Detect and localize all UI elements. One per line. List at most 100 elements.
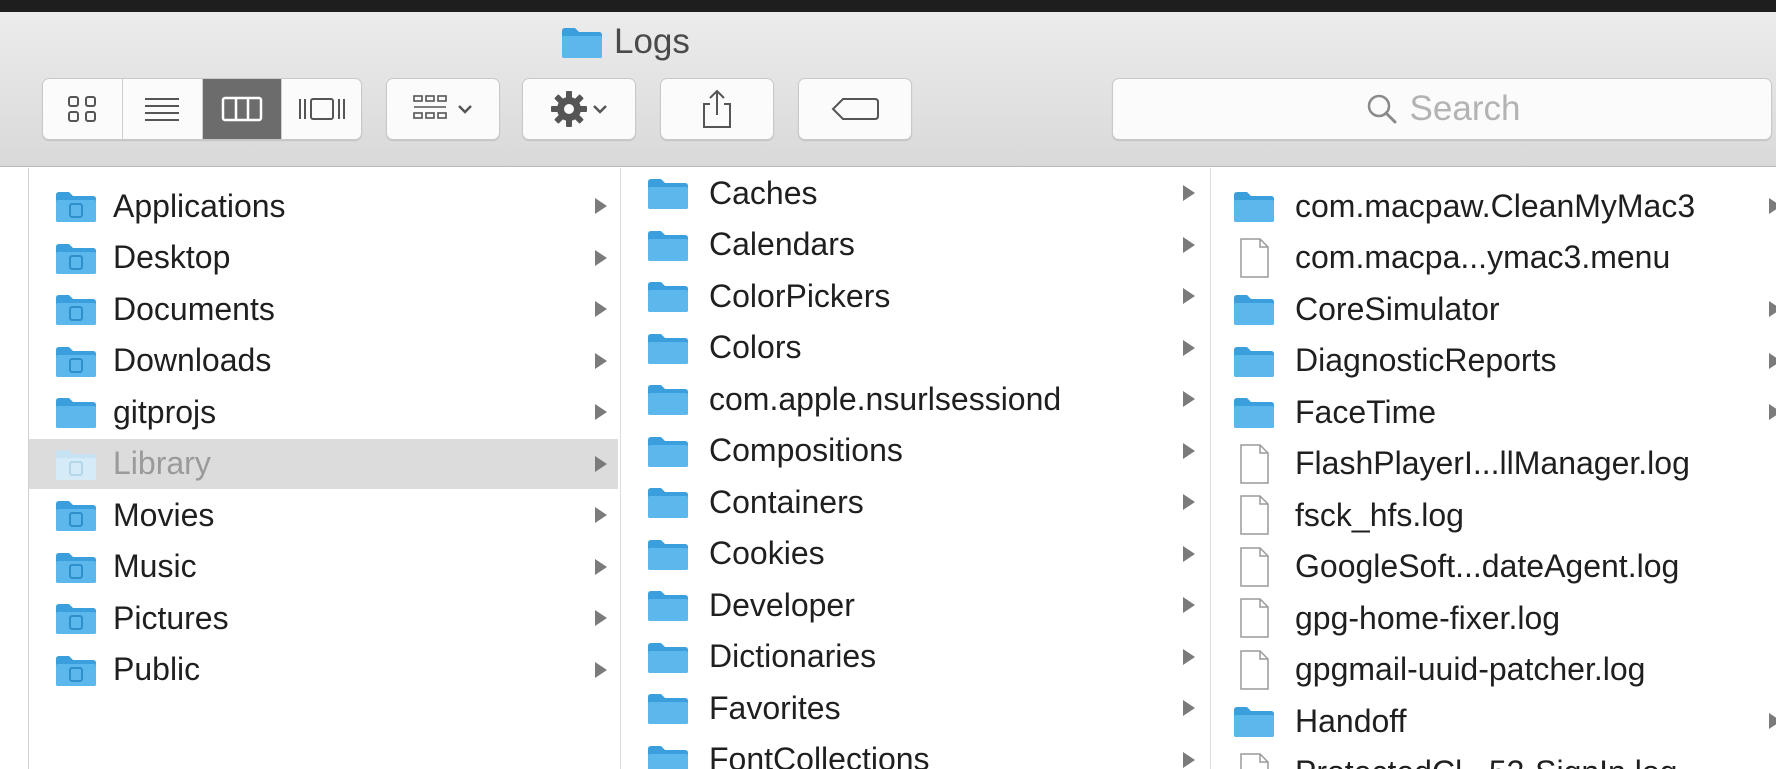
document-icon xyxy=(1240,443,1269,484)
cover-flow-view-button[interactable] xyxy=(282,79,361,139)
folder-icon xyxy=(1234,707,1274,737)
folder-icon xyxy=(648,591,688,621)
library-item-row[interactable]: Cookies xyxy=(621,529,1208,579)
item-icon-slot xyxy=(51,598,101,638)
library-item-row[interactable]: FontCollections xyxy=(621,735,1208,769)
home-folder-row[interactable]: Applications xyxy=(29,181,618,231)
logs-item-row[interactable]: ProtectedCl...53-SignIn.log xyxy=(1211,748,1776,769)
folder-icon xyxy=(648,539,688,570)
folder-icon xyxy=(648,230,688,261)
library-item-row[interactable]: Compositions xyxy=(621,426,1208,476)
document-icon xyxy=(1240,237,1269,278)
logs-item-row[interactable]: CoreSimulator xyxy=(1211,284,1776,334)
downloads-folder-icon xyxy=(56,346,96,377)
action-button[interactable] xyxy=(522,78,636,140)
library-item-row[interactable]: Caches xyxy=(621,168,1208,218)
item-label: Developer xyxy=(709,586,855,623)
library-item-row[interactable]: Containers xyxy=(621,477,1208,527)
library-item-row[interactable]: com.apple.nsurlsessiond xyxy=(621,374,1208,424)
item-icon-slot xyxy=(51,341,101,381)
logs-item-row[interactable]: DiagnosticReports xyxy=(1211,336,1776,386)
library-item-row[interactable]: ColorPickers xyxy=(621,271,1208,321)
disclosure-arrow-icon xyxy=(595,404,607,420)
document-icon xyxy=(1240,649,1269,690)
item-label: gitprojs xyxy=(113,393,217,430)
library-item-row[interactable]: Dictionaries xyxy=(621,632,1208,682)
disclosure-arrow-icon xyxy=(1183,648,1195,665)
column-view-button[interactable] xyxy=(202,79,283,139)
item-label: gpgmail-uuid-patcher.log xyxy=(1295,651,1646,687)
home-folder-row[interactable]: Documents xyxy=(29,284,618,334)
arrange-button[interactable] xyxy=(386,78,500,140)
logs-item-row[interactable]: FlashPlayerI...llManager.log xyxy=(1211,439,1776,489)
disclosure-arrow-icon xyxy=(1183,700,1195,716)
item-icon-slot xyxy=(51,186,101,226)
column-library[interactable]: Caches Calendars ColorPickers Colors com.app… xyxy=(620,168,1208,769)
home-folder-row[interactable]: Movies xyxy=(29,490,618,540)
home-folder-row[interactable]: Music xyxy=(29,542,618,592)
item-icon-slot xyxy=(643,431,693,471)
disclosure-arrow-icon xyxy=(595,301,607,317)
share-button[interactable] xyxy=(660,78,774,140)
column-user-home[interactable]: Applications Desktop Documents Downloads git… xyxy=(28,168,618,769)
item-label: Compositions xyxy=(709,432,903,468)
disclosure-arrow-icon xyxy=(595,198,607,214)
item-label: FlashPlayerI...llManager.log xyxy=(1295,445,1690,481)
search-placeholder: Search xyxy=(1409,89,1521,128)
logs-item-row[interactable]: com.macpaw.CleanMyMac3 xyxy=(1211,181,1776,231)
home-folder-row[interactable]: Desktop xyxy=(29,233,618,283)
item-label: com.apple.nsurlsessiond xyxy=(709,380,1062,417)
item-icon-slot xyxy=(1229,237,1279,278)
item-label: FaceTime xyxy=(1295,393,1437,430)
logs-item-row[interactable]: gpgmail-uuid-patcher.log xyxy=(1211,645,1776,695)
list-view-button[interactable] xyxy=(123,79,203,139)
item-icon-slot xyxy=(643,379,693,419)
edit-tags-button[interactable] xyxy=(798,78,912,140)
logs-item-row[interactable]: FaceTime xyxy=(1211,387,1776,437)
disclosure-arrow-icon xyxy=(595,558,607,575)
toolbar: Logs Search xyxy=(0,12,1776,167)
library-item-row[interactable]: Colors xyxy=(621,323,1208,373)
item-label: Public xyxy=(113,651,201,687)
logs-item-row[interactable]: gpg-home-fixer.log xyxy=(1211,593,1776,643)
disclosure-arrow-icon xyxy=(1183,442,1195,459)
folder-icon xyxy=(1234,192,1274,222)
document-icon xyxy=(1240,752,1269,769)
item-icon-slot xyxy=(1229,598,1279,638)
item-icon-slot xyxy=(51,289,101,329)
logs-item-row[interactable]: fsck_hfs.log xyxy=(1211,490,1776,540)
chevron-down-icon xyxy=(458,105,472,114)
view-mode-segmented-control[interactable] xyxy=(42,78,362,140)
disclosure-arrow-icon xyxy=(595,249,607,266)
folder-icon xyxy=(648,694,688,724)
home-folder-row[interactable]: Downloads xyxy=(29,336,618,386)
item-icon-slot xyxy=(1229,186,1279,226)
gear-icon xyxy=(551,91,587,127)
disclosure-arrow-icon xyxy=(1183,339,1195,356)
folder-icon xyxy=(560,25,604,59)
library-item-row[interactable]: Favorites xyxy=(621,683,1208,733)
item-icon-slot xyxy=(51,547,101,587)
logs-item-row[interactable]: com.macpa...ymac3.menu xyxy=(1211,233,1776,283)
disclosure-arrow-icon xyxy=(595,455,607,472)
library-item-row[interactable]: Developer xyxy=(621,580,1208,630)
tag-icon xyxy=(831,98,879,120)
logs-item-row[interactable]: Handoff xyxy=(1211,696,1776,746)
item-icon-slot xyxy=(643,276,693,316)
logs-item-row[interactable]: GoogleSoft...dateAgent.log xyxy=(1211,542,1776,592)
home-folder-row[interactable]: gitprojs xyxy=(29,387,618,437)
home-folder-row[interactable]: Public xyxy=(29,645,618,695)
item-label: Downloads xyxy=(113,342,272,378)
disclosure-arrow-icon xyxy=(1183,185,1195,201)
column-logs[interactable]: com.macpaw.CleanMyMac3 com.macpa...ymac3.… xyxy=(1210,168,1776,769)
folder-icon xyxy=(1234,346,1274,377)
item-label: com.macpa...ymac3.menu xyxy=(1295,239,1671,275)
item-label: DiagnosticReports xyxy=(1295,342,1557,378)
home-folder-row[interactable]: Library xyxy=(29,438,618,489)
icon-view-icon xyxy=(68,96,97,122)
home-folder-row[interactable]: Pictures xyxy=(29,593,618,643)
search-field[interactable]: Search xyxy=(1112,78,1772,140)
icon-view-button[interactable] xyxy=(43,79,123,139)
cover-flow-icon xyxy=(298,98,345,120)
library-item-row[interactable]: Calendars xyxy=(621,220,1208,270)
